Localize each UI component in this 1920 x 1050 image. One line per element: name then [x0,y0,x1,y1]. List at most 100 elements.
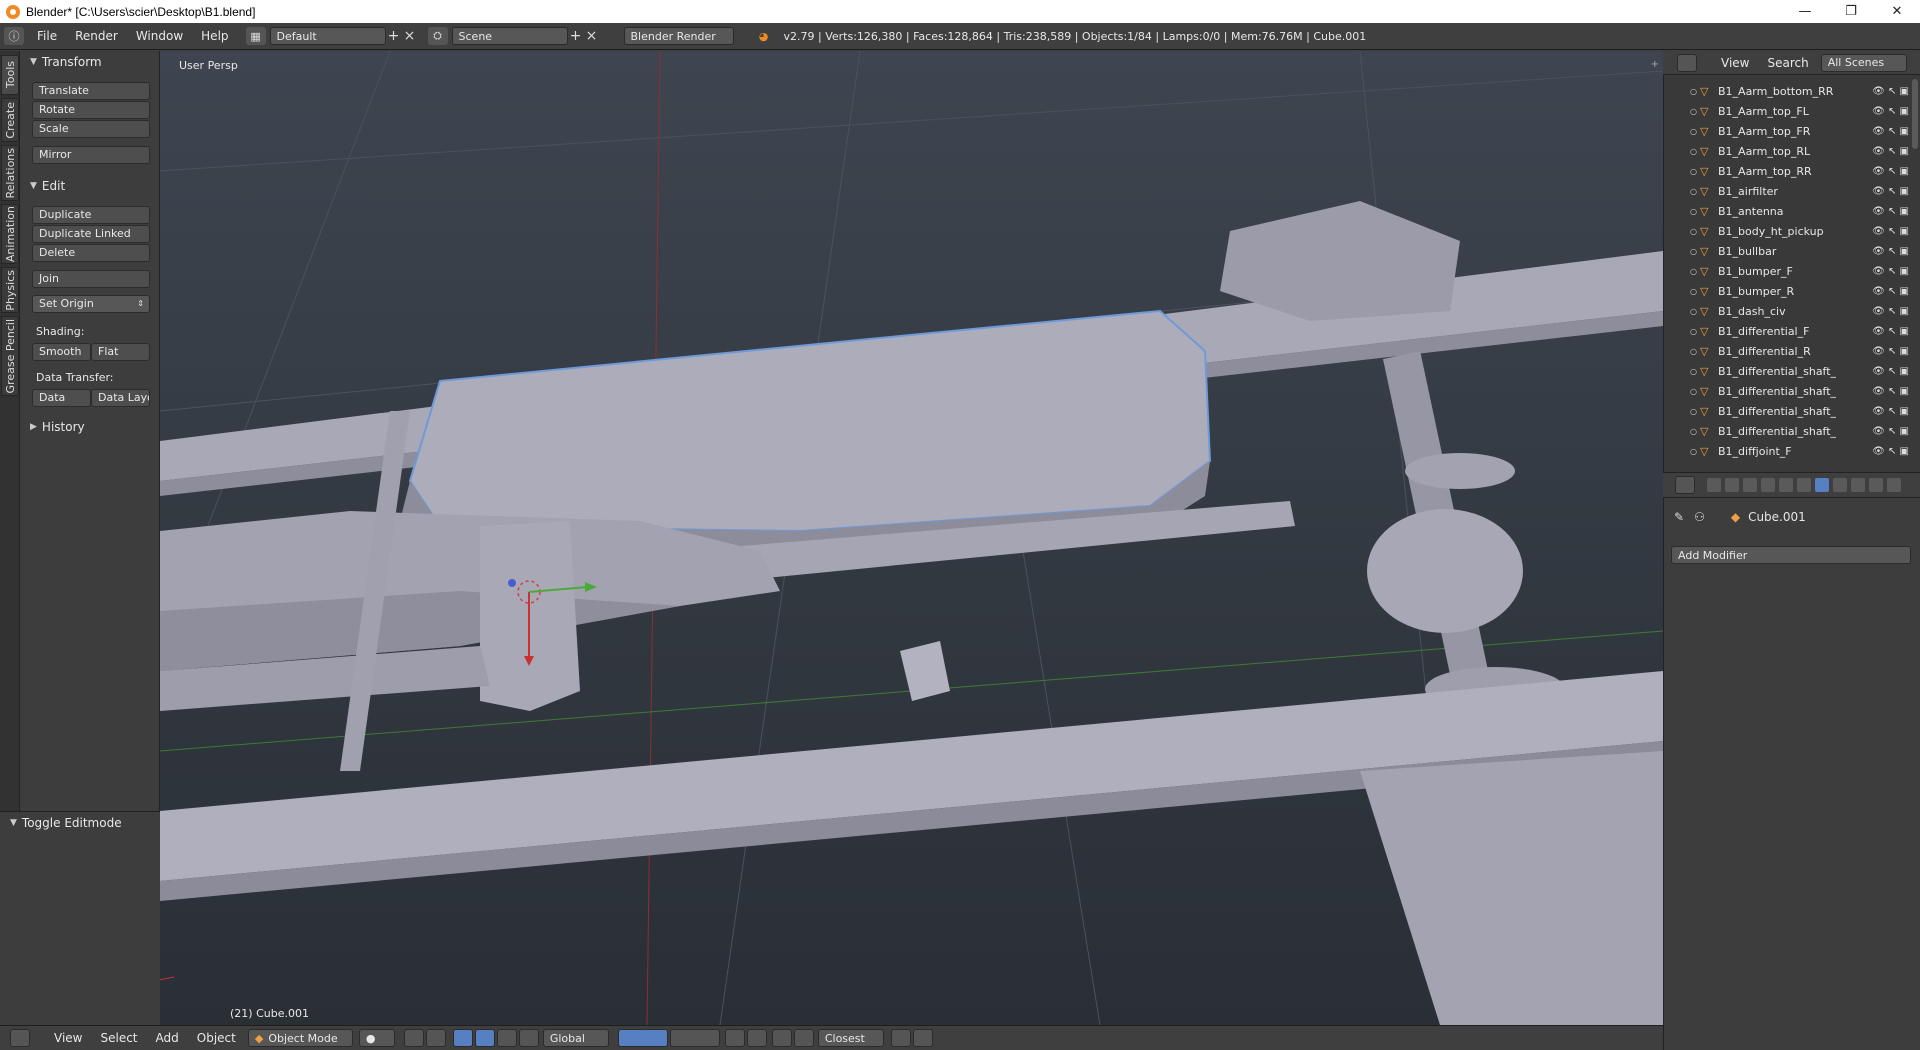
row-visibility-icons[interactable]: 👁 ↖ ▣ [1872,86,1909,97]
layer-buttons-icon[interactable] [617,1029,668,1047]
remove-scene-icon[interactable]: × [584,27,600,45]
list-item[interactable]: ○ ▽ B1_differential_shaft_Fl 👁 ↖ ▣ [1664,361,1909,381]
object-tab-icon[interactable] [1779,478,1793,492]
constraints-tab-icon[interactable] [1797,478,1811,492]
translate-manipulator-icon[interactable] [452,1029,473,1047]
duplicate-linked-button[interactable]: Duplicate Linked [32,225,150,243]
add-layout-icon[interactable]: + [386,27,402,45]
list-item[interactable]: ○ ▽ B1_Aarm_top_FR 👁 ↖ ▣ [1664,121,1909,141]
minimize-button[interactable]: — [1782,0,1828,23]
scene-field[interactable]: Scene [451,27,568,45]
scale-button[interactable]: Scale [32,120,150,138]
add-scene-icon[interactable]: + [568,27,584,45]
row-visibility-icons[interactable]: 👁 ↖ ▣ [1872,406,1909,417]
menu-file[interactable]: File [28,29,66,43]
close-button[interactable]: ✕ [1874,0,1920,23]
layer-buttons-2-icon[interactable] [669,1029,720,1047]
world-tab-icon[interactable] [1761,478,1775,492]
list-item[interactable]: ○ ▽ B1_diffjoint_F 👁 ↖ ▣ [1664,441,1909,461]
orientation-dropdown[interactable]: Global [542,1029,609,1047]
render-tab-icon[interactable] [1707,478,1721,492]
tab-animation[interactable]: Animation [1,204,19,264]
add-modifier-dropdown[interactable]: Add Modifier [1671,546,1911,564]
list-item[interactable]: ○ ▽ B1_bumper_F 👁 ↖ ▣ [1664,261,1909,281]
row-visibility-icons[interactable]: 👁 ↖ ▣ [1872,126,1909,137]
row-visibility-icons[interactable]: 👁 ↖ ▣ [1872,106,1909,117]
snap-toggle-icon[interactable] [771,1029,792,1047]
physics-tab-icon[interactable] [1887,478,1901,492]
rotate-button[interactable]: Rotate [32,101,150,119]
rotate-manipulator-icon[interactable] [474,1029,495,1047]
properties-editor-icon[interactable] [1675,476,1695,494]
duplicate-button[interactable]: Duplicate [32,206,150,224]
menu-object[interactable]: Object [188,1031,245,1045]
list-item[interactable]: ○ ▽ B1_bumper_R 👁 ↖ ▣ [1664,281,1909,301]
row-visibility-icons[interactable]: 👁 ↖ ▣ [1872,266,1909,277]
material-tab-icon[interactable] [1851,478,1865,492]
list-item[interactable]: ○ ▽ B1_antenna 👁 ↖ ▣ [1664,201,1909,221]
screen-layout-icon[interactable]: ▦ [245,27,266,45]
tab-tools[interactable]: Tools [1,55,19,95]
opengl-render-icon[interactable] [890,1029,911,1047]
row-visibility-icons[interactable]: 👁 ↖ ▣ [1872,286,1909,297]
list-item[interactable]: ○ ▽ B1_differential_shaft_Rl 👁 ↖ ▣ [1664,421,1909,441]
row-visibility-icons[interactable]: 👁 ↖ ▣ [1872,166,1909,177]
pivot-point-icon[interactable] [403,1029,424,1047]
data-transfer-button[interactable]: Data [32,389,91,407]
smooth-shading-button[interactable]: Smooth [32,343,91,361]
tab-physics[interactable]: Physics [1,267,19,313]
list-item[interactable]: ○ ▽ B1_body_ht_pickup 👁 ↖ ▣ [1664,221,1909,241]
proportional-edit-icon[interactable] [746,1029,767,1047]
snap-element-icon[interactable] [793,1029,814,1047]
set-origin-dropdown[interactable]: Set Origin ⇕ [32,295,150,313]
row-visibility-icons[interactable]: 👁 ↖ ▣ [1872,446,1909,457]
opengl-animation-icon[interactable] [912,1029,933,1047]
row-visibility-icons[interactable]: 👁 ↖ ▣ [1872,386,1909,397]
row-visibility-icons[interactable]: 👁 ↖ ▣ [1872,366,1909,377]
flat-shading-button[interactable]: Flat [91,343,150,361]
menu-select[interactable]: Select [91,1031,146,1045]
outliner-display-mode[interactable]: All Scenes [1820,53,1907,72]
list-item[interactable]: ○ ▽ B1_differential_shaft_Fl 👁 ↖ ▣ [1664,381,1909,401]
scene-icon[interactable]: ⛭ [427,27,448,45]
remove-layout-icon[interactable]: × [402,27,418,45]
menu-add[interactable]: Add [147,1031,188,1045]
viewport-shading-dropdown[interactable]: ● [358,1029,395,1047]
edit-panel-header[interactable]: ▼ Edit [20,175,65,197]
outliner-view-menu[interactable]: View [1712,56,1758,70]
scale-manipulator-icon[interactable] [496,1029,517,1047]
tab-grease-pencil[interactable]: Grease Pencil [1,316,19,396]
menu-help[interactable]: Help [192,29,237,43]
outliner-search-menu[interactable]: Search [1758,56,1817,70]
snap-target-dropdown[interactable]: Closest [817,1029,884,1047]
delete-button[interactable]: Delete [32,244,150,262]
outliner-editor-icon[interactable] [1677,53,1697,72]
mode-dropdown[interactable]: ◆ Object Mode [247,1029,353,1047]
modifiers-tab-icon[interactable] [1815,478,1829,492]
translate-button[interactable]: Translate [32,82,150,100]
outliner-scrollbar[interactable] [1912,79,1918,149]
transform-panel-header[interactable]: ▼ Transform [20,51,102,73]
selected-tank[interactable] [408,309,1212,533]
row-visibility-icons[interactable]: 👁 ↖ ▣ [1872,306,1909,317]
list-item[interactable]: ○ ▽ B1_Aarm_top_RR 👁 ↖ ▣ [1664,161,1909,181]
lock-layers-icon[interactable] [724,1029,745,1047]
operator-panel-header[interactable]: ▼ Toggle Editmode [0,812,160,834]
manipulator-toggle-icon[interactable] [425,1029,446,1047]
info-editor-icon[interactable]: ⓘ [4,27,24,45]
pin-icon[interactable]: ✎ [1674,510,1684,524]
row-visibility-icons[interactable]: 👁 ↖ ▣ [1872,246,1909,257]
transform-manipulator-icon[interactable] [518,1029,539,1047]
viewport-expand-icon[interactable]: + [1651,59,1659,70]
row-visibility-icons[interactable]: 👁 ↖ ▣ [1872,146,1909,157]
list-item[interactable]: ○ ▽ B1_Aarm_bottom_RR 👁 ↖ ▣ [1664,81,1909,101]
data-tab-icon[interactable] [1833,478,1847,492]
row-visibility-icons[interactable]: 👁 ↖ ▣ [1872,326,1909,337]
join-button[interactable]: Join [32,270,150,288]
list-item[interactable]: ○ ▽ B1_Aarm_top_RL 👁 ↖ ▣ [1664,141,1909,161]
menu-render[interactable]: Render [66,29,127,43]
history-panel-header[interactable]: ▶ History [20,416,85,438]
gizmo-x-handle[interactable] [508,579,516,587]
render-engine-dropdown[interactable]: Blender Render [623,27,734,45]
list-item[interactable]: ○ ▽ B1_differential_F 👁 ↖ ▣ [1664,321,1909,341]
